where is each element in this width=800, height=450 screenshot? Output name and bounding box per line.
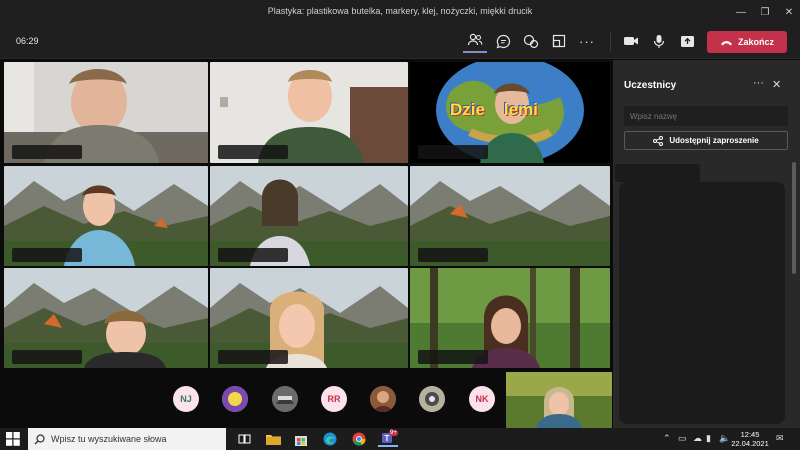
participant-avatar-nj[interactable]: NJ <box>173 386 199 412</box>
phone-icon <box>720 40 732 45</box>
participant-avatar-photo[interactable] <box>419 386 445 412</box>
globe-overlay-text: Dzie lemi <box>450 100 538 119</box>
chevron-up-icon[interactable]: ⌃ <box>663 433 671 444</box>
toolbar-divider <box>610 32 611 52</box>
restore-icon[interactable]: ❐ <box>752 0 778 24</box>
reactions-icon[interactable] <box>519 29 543 53</box>
mic-icon[interactable] <box>647 29 671 53</box>
video-tile[interactable] <box>4 62 208 163</box>
svg-text:T: T <box>385 434 390 443</box>
windows-start-icon[interactable] <box>6 432 20 446</box>
participant-name-tag <box>218 350 288 364</box>
meeting-timer: 06:29 <box>16 36 39 46</box>
video-tile[interactable]: Dzie lemi <box>410 62 610 163</box>
video-tile[interactable] <box>210 166 408 266</box>
participant-avatar-photo[interactable] <box>272 386 298 412</box>
self-view-tile[interactable] <box>506 372 612 428</box>
video-tile[interactable] <box>210 268 408 368</box>
camera-icon[interactable] <box>619 29 643 53</box>
battery-icon[interactable]: ▮ <box>706 433 711 444</box>
participant-name-tag <box>12 350 82 364</box>
edge-icon[interactable] <box>322 431 338 447</box>
people-icon[interactable] <box>463 29 487 53</box>
meeting-toolbar: 06:29 ··· Zakończ <box>0 24 800 59</box>
more-icon[interactable]: ··· <box>575 29 599 53</box>
rooms-icon[interactable] <box>547 29 571 53</box>
task-view-icon[interactable] <box>236 431 252 447</box>
chat-icon[interactable] <box>491 29 515 53</box>
participant-name-tag <box>12 248 82 262</box>
video-tile[interactable] <box>410 268 610 368</box>
participant-name-tag <box>418 248 488 262</box>
participant-avatar-nk[interactable]: NK <box>469 386 495 412</box>
participant-name-tag <box>418 145 488 159</box>
notifications-icon[interactable]: ✉ <box>776 433 784 444</box>
video-tile[interactable] <box>210 62 408 163</box>
section-label-redacted <box>615 164 700 182</box>
participant-avatar-rr[interactable]: RR <box>321 386 347 412</box>
panel-scrollbar[interactable] <box>792 162 796 274</box>
more-icon[interactable]: ··· <box>753 77 764 89</box>
share-invite-label: Udostępnij zaproszenie <box>669 136 759 145</box>
video-tile[interactable] <box>4 166 208 266</box>
close-icon[interactable]: ✕ <box>776 0 800 24</box>
hangup-label: Zakończ <box>737 37 774 47</box>
file-explorer-icon[interactable] <box>265 431 281 447</box>
windows-taskbar: Wpisz tu wyszukiwane słowa T 9+ ⌃ ▭ ☁ ▮ … <box>0 428 800 450</box>
self-video-feed <box>506 372 612 428</box>
participant-avatar-photo[interactable] <box>222 386 248 412</box>
minimize-icon[interactable]: — <box>728 0 754 24</box>
hangup-button[interactable]: Zakończ <box>707 31 787 53</box>
store-icon[interactable] <box>293 431 309 447</box>
teams-icon[interactable]: T 9+ <box>378 430 398 447</box>
participant-search-input[interactable] <box>624 106 788 126</box>
taskbar-search-placeholder: Wpisz tu wyszukiwane słowa <box>51 434 167 444</box>
device-icon[interactable]: ▭ <box>678 433 687 444</box>
volume-icon[interactable]: 🔈 <box>719 433 730 444</box>
participant-name-tag <box>12 145 82 159</box>
participant-name-tag <box>218 248 288 262</box>
share-icon[interactable] <box>675 29 699 53</box>
video-tile[interactable] <box>4 268 208 368</box>
title-bar: Plastyka: plastikowa butelka, markery, k… <box>0 0 800 24</box>
clock-time: 12:45 <box>740 430 760 439</box>
participant-name-tag <box>418 350 488 364</box>
video-grid: Dzie lemi <box>0 60 612 428</box>
clock-date: 22.04.2021 <box>731 439 769 448</box>
share-invite-button[interactable]: Udostępnij zaproszenie <box>624 131 788 150</box>
teams-notification-badge: 9+ <box>389 430 398 436</box>
video-tile[interactable] <box>410 166 610 266</box>
window-title: Plastyka: plastikowa butelka, markery, k… <box>267 6 533 16</box>
taskbar-clock[interactable]: 12:45 22.04.2021 <box>730 430 770 448</box>
close-icon[interactable]: ✕ <box>772 78 781 91</box>
participant-name-tag <box>218 145 288 159</box>
participant-list[interactable] <box>619 182 785 424</box>
participant-avatar-photo[interactable] <box>370 386 396 412</box>
panel-title: Uczestnicy <box>624 80 677 91</box>
cloud-icon[interactable]: ☁ <box>693 433 702 444</box>
search-icon <box>34 433 45 444</box>
share-link-icon <box>653 135 664 146</box>
chrome-icon[interactable] <box>351 431 367 447</box>
taskbar-search-box[interactable]: Wpisz tu wyszukiwane słowa <box>28 428 226 450</box>
